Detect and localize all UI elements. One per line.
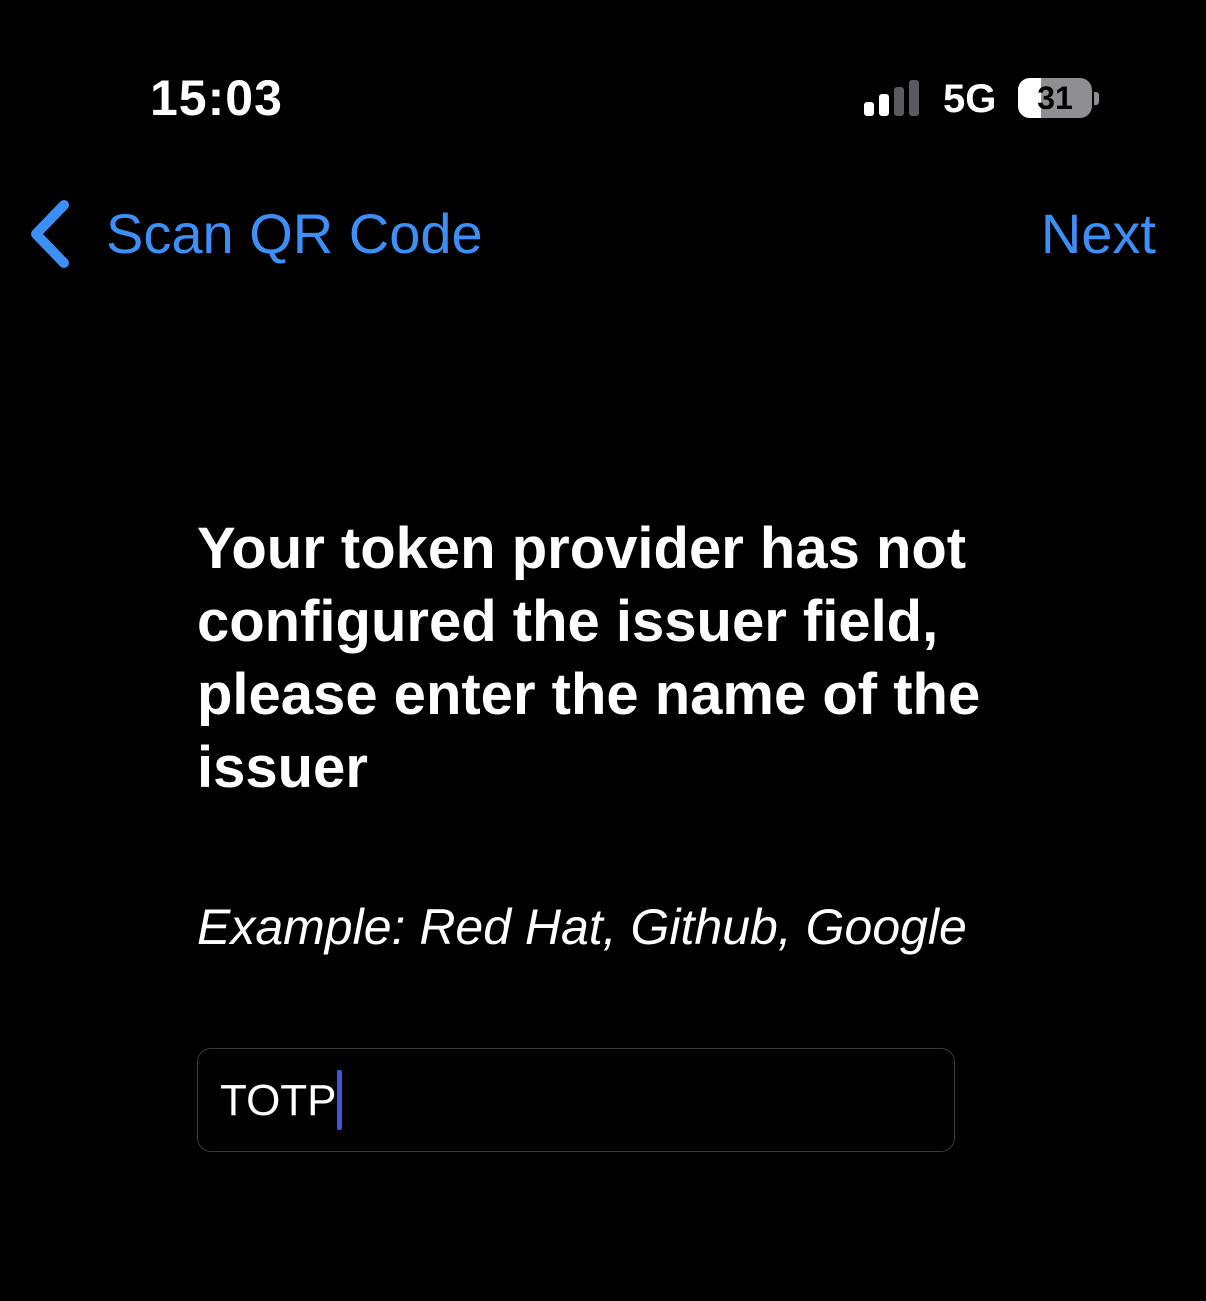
issuer-instruction: Your token provider has not configured t… [197,516,981,800]
cellular-signal-icon [864,80,924,116]
battery-icon: 31 [1018,78,1099,118]
signal-bar [909,80,919,116]
next-button[interactable]: Next [1041,196,1156,272]
signal-bar [894,87,904,116]
status-bar: 15:03 5G 31 [0,0,1206,150]
issuer-input-value: TOTP [220,1076,337,1125]
network-type: 5G [943,77,997,121]
battery-level: 31 [1037,80,1073,116]
battery-cap [1094,92,1099,105]
text-caret [336,1070,342,1131]
battery-body: 31 [1018,78,1092,118]
signal-bar [879,94,889,116]
issuer-input[interactable]: TOTP [197,1048,955,1152]
back-button[interactable]: Scan QR Code [26,196,483,272]
status-time: 15:03 [150,70,283,126]
signal-bar [864,102,874,116]
back-button-label: Scan QR Code [106,202,483,265]
issuer-example: Example: Red Hat, Github, Google [197,899,967,955]
issuer-input-value-wrap: TOTP [220,1070,342,1131]
chevron-left-icon [31,200,69,268]
